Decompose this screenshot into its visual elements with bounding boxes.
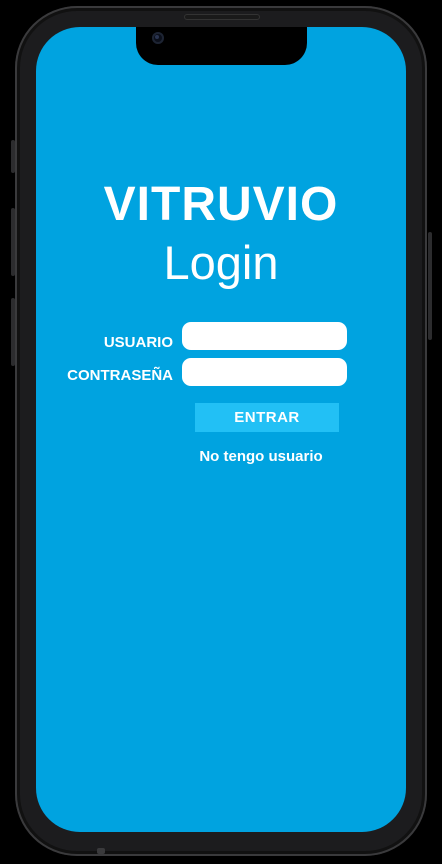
title-block: VITRUVIO Login bbox=[36, 177, 406, 291]
app-name: VITRUVIO bbox=[103, 178, 339, 231]
login-button[interactable]: ENTRAR bbox=[195, 403, 339, 432]
bottom-frame-mark bbox=[97, 848, 105, 854]
login-screen: VITRUVIO Login USUARIO CONTRASEÑA ENTRAR… bbox=[36, 27, 406, 832]
power-button bbox=[428, 232, 432, 340]
password-label: CONTRASEÑA bbox=[67, 367, 173, 384]
username-label: USUARIO bbox=[103, 334, 173, 351]
volume-up-button bbox=[11, 208, 15, 276]
silent-switch bbox=[11, 140, 15, 173]
page-title: Login bbox=[163, 236, 279, 289]
speaker-grille bbox=[184, 14, 260, 20]
username-input[interactable] bbox=[182, 322, 347, 350]
password-input[interactable] bbox=[182, 358, 347, 386]
volume-down-button bbox=[11, 298, 15, 366]
no-account-link[interactable]: No tengo usuario bbox=[176, 448, 346, 465]
front-camera-icon bbox=[152, 32, 164, 44]
